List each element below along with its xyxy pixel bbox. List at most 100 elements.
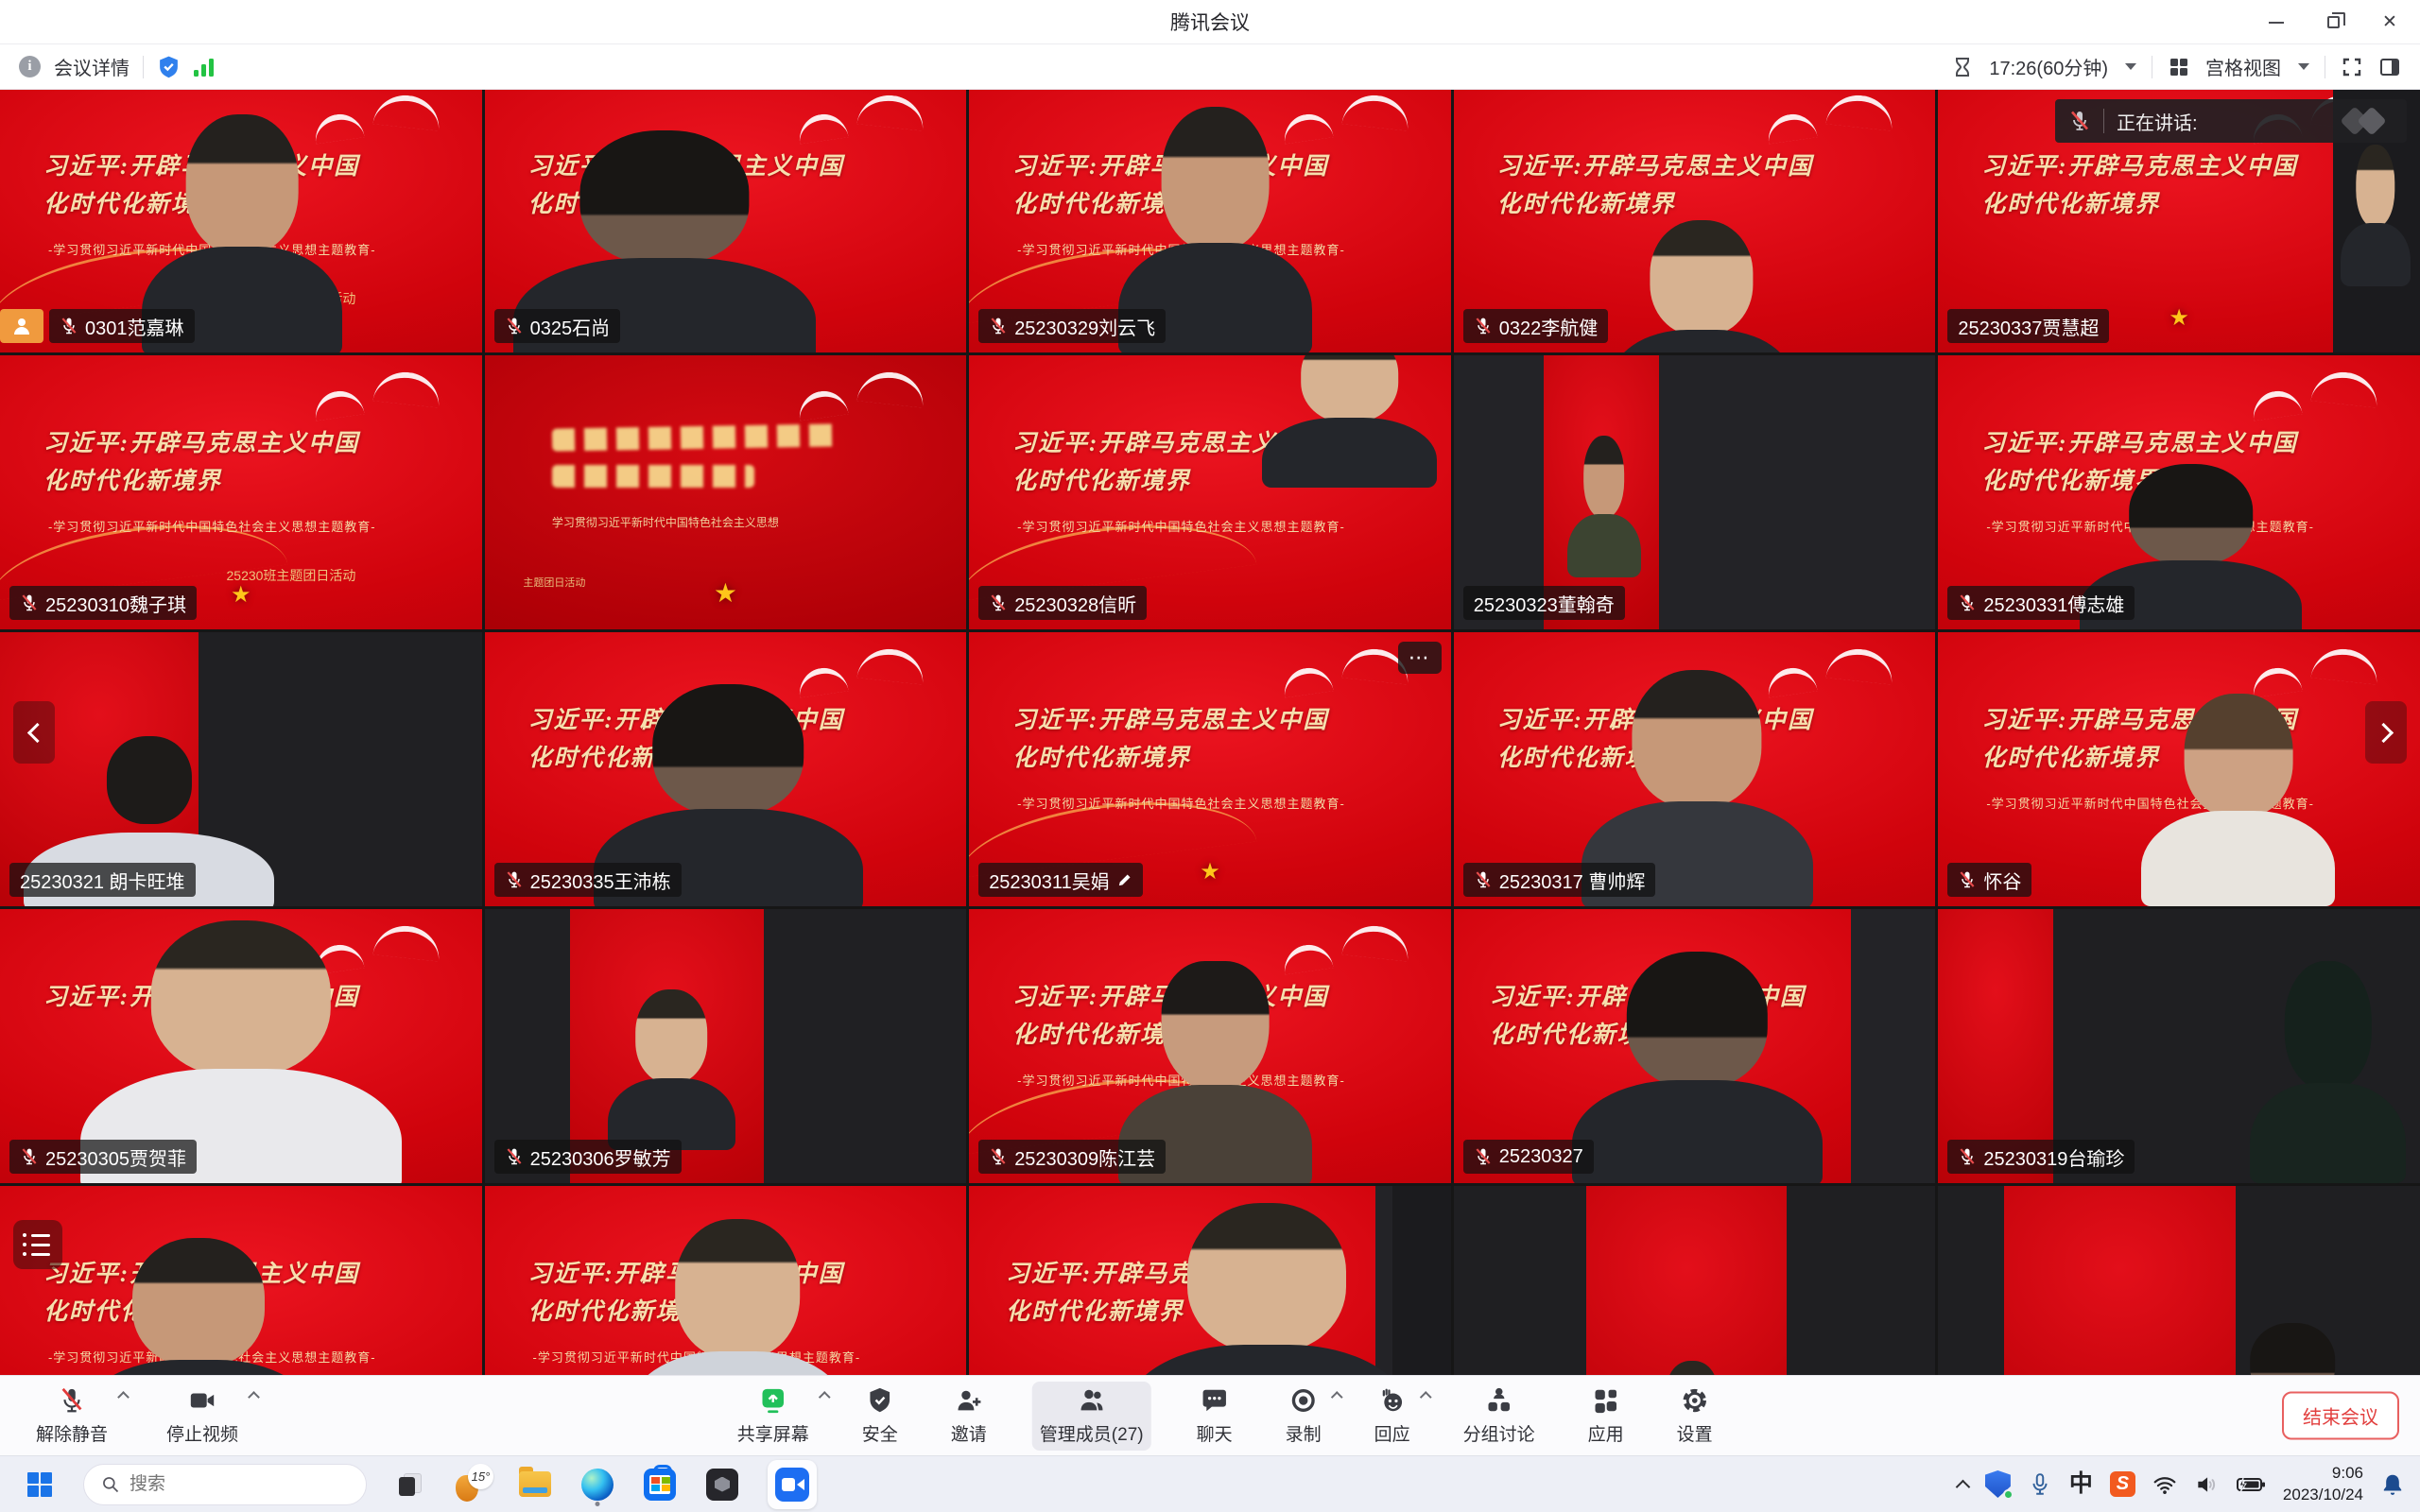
side-panel-icon[interactable] (2378, 56, 2401, 78)
tencent-meeting-app-icon[interactable] (766, 1464, 819, 1505)
security-shield-icon[interactable] (157, 55, 181, 78)
settings-button[interactable]: 设置 (1669, 1382, 1720, 1451)
search-input[interactable] (130, 1474, 319, 1495)
video-tile[interactable]: 习近平:开辟马克思主义中国化时代化新境界-学习贯彻习近平新时代中国特色社会主义思… (969, 909, 1451, 1183)
close-button[interactable]: ✕ (2365, 4, 2414, 42)
person-silhouette (1610, 220, 1794, 352)
record-options-chevron[interactable] (1331, 1391, 1343, 1403)
video-tile[interactable]: 习近平:开辟马克思主义中国化时代化新境界-学习贯彻习近平新时代中国特色社会主义思… (1938, 632, 2420, 906)
network-signal-icon[interactable] (194, 58, 214, 77)
person-silhouette (2341, 145, 2411, 286)
participant-nametag: 25230337贾慧超 (1947, 309, 2109, 343)
security-button[interactable]: 安全 (855, 1382, 906, 1451)
mic-muted-icon (1474, 317, 1493, 335)
video-tile[interactable]: 习近平:开辟马克思主义中国化时代化新境界 25230327 (1454, 909, 1936, 1183)
sogou-input-icon[interactable]: S (2110, 1471, 2135, 1497)
ime-indicator[interactable]: 中 (2069, 1472, 2093, 1496)
mic-muted-icon (1474, 870, 1493, 889)
participant-nametag: 25230309陈江芸 (978, 1140, 1166, 1174)
video-tile[interactable]: 习近平:开辟马克思主义中国 25230305贾贺菲 (0, 909, 482, 1183)
mic-muted-icon (1958, 1147, 1977, 1166)
app-icon-dark[interactable] (703, 1464, 741, 1505)
pc-manager-tray-icon[interactable] (1985, 1470, 2011, 1498)
video-tile[interactable]: 25230323董翰奇 (1454, 355, 1936, 629)
video-tile[interactable] (1454, 1186, 1936, 1375)
fullscreen-icon[interactable] (2341, 56, 2363, 78)
person-silhouette (1125, 1203, 1409, 1375)
person-silhouette (80, 1238, 317, 1375)
video-tile[interactable]: 习近平:开辟马克思主义中国化时代化新境界-学习贯彻习近平新时代中国特色社会主义思… (1938, 355, 2420, 629)
video-tile[interactable]: 习近平:开辟马克思主义中国化时代化新境界 25230317 曹帅辉 (1454, 632, 1936, 906)
star-decoration: ★ (2169, 304, 2189, 332)
start-button[interactable] (21, 1464, 59, 1505)
video-tile[interactable]: 习近平:开辟马克思主义中国化时代化新境界 0322李航健 (1454, 90, 1936, 352)
share-screen-button[interactable]: 共享屏幕 (730, 1382, 817, 1451)
record-button[interactable]: 录制 (1278, 1382, 1329, 1451)
video-tile[interactable]: 学习贯彻习近平新时代中国特色社会主义思想主题团日活动★ (485, 355, 967, 629)
taskbar-search[interactable] (83, 1464, 367, 1505)
tray-expand-chevron[interactable] (1956, 1479, 1971, 1494)
window-titlebar: 腾讯会议 ✕ (0, 0, 2420, 44)
unmute-options-chevron[interactable] (117, 1391, 130, 1403)
person-silhouette (1262, 355, 1437, 488)
person-add-icon (955, 1386, 983, 1415)
participant-nametag: 25230321 朗卡旺堆 (9, 863, 196, 897)
invite-button[interactable]: 邀请 (943, 1382, 994, 1451)
apps-button[interactable]: 应用 (1581, 1382, 1632, 1451)
react-options-chevron[interactable] (1420, 1391, 1432, 1403)
battery-icon[interactable] (2236, 1472, 2266, 1497)
notification-bell-icon[interactable] (2380, 1472, 2405, 1497)
hourglass-icon (1951, 56, 1974, 78)
unmute-button[interactable]: 解除静音 (28, 1382, 115, 1451)
manage-members-button[interactable]: 管理成员(27) (1032, 1382, 1151, 1451)
meeting-details-link[interactable]: 会议详情 (54, 53, 130, 80)
mic-muted-icon (1474, 1147, 1493, 1166)
microsoft-store-icon[interactable] (641, 1464, 679, 1505)
view-mode-selector[interactable]: 宫格视图 (2205, 53, 2281, 80)
edit-name-icon[interactable] (1116, 872, 1132, 888)
restore-button[interactable] (2308, 4, 2358, 42)
video-tile[interactable]: 习近平:开辟马克思主义中国化时代化新境界-学习贯彻习近平新时代中国特色社会主义思… (969, 355, 1451, 629)
next-page-button[interactable] (2365, 701, 2407, 764)
file-explorer-icon[interactable] (516, 1464, 554, 1505)
video-tile[interactable]: 习近平:开辟马克思主义中国化时代化新境界-学习贯彻习近平新时代中国特色社会主义思… (0, 355, 482, 629)
participant-nametag: 怀谷 (1947, 863, 2031, 897)
grid-view-icon (2168, 56, 2190, 78)
video-tile[interactable]: 习近平:开辟马克思主义中国化时代化新境界-学习贯彻习近平新时代中国特色社会主义思… (0, 90, 482, 352)
breakout-button[interactable]: 分组讨论 (1456, 1382, 1543, 1451)
video-tile[interactable] (1938, 1186, 2420, 1375)
prev-page-button[interactable] (13, 701, 55, 764)
video-tile[interactable]: 习近平:开辟马克思主义中国化时代化新境界 0325石尚 (485, 90, 967, 352)
wifi-icon[interactable] (2152, 1472, 2177, 1497)
video-options-chevron[interactable] (248, 1391, 260, 1403)
participant-nametag: 0325石尚 (494, 309, 621, 343)
react-button[interactable]: 回应 (1367, 1382, 1418, 1451)
video-tile[interactable]: 习近平:开辟马克思主义中国化时代化新境界-学习贯彻习近平新时代中国特色社会主义思… (485, 1186, 967, 1375)
clock[interactable]: 9:06 2023/10/24 (2283, 1463, 2363, 1506)
edge-browser-icon[interactable] (579, 1464, 616, 1505)
task-view-button[interactable] (391, 1464, 429, 1505)
share-options-chevron[interactable] (819, 1391, 831, 1403)
stop-video-button[interactable]: 停止视频 (159, 1382, 246, 1451)
shield-icon (866, 1386, 894, 1415)
video-tile[interactable]: 25230321 朗卡旺堆 (0, 632, 482, 906)
volume-icon[interactable] (2194, 1472, 2219, 1497)
video-tile[interactable]: 25230319台瑜珍 (1938, 909, 2420, 1183)
timer-dropdown[interactable] (2125, 63, 2136, 70)
agenda-list-button[interactable] (13, 1220, 62, 1269)
chat-button[interactable]: 聊天 (1189, 1382, 1240, 1451)
view-dropdown[interactable] (2298, 63, 2309, 70)
minimize-button[interactable] (2252, 4, 2301, 42)
video-tile[interactable]: 习近平:开辟马克思主义中国化时代化新境界★ 25230335王沛栋 (485, 632, 967, 906)
mic-tray-icon[interactable] (2028, 1472, 2052, 1497)
video-tile[interactable]: 25230306罗敏芳 (485, 909, 967, 1183)
video-tile[interactable]: 习近平:开辟马克思主义中国化时代化新境界-学习贯彻习近平新时代中国特色社会主义思… (969, 632, 1451, 906)
weather-widget[interactable]: 15° (454, 1464, 492, 1505)
video-tile[interactable]: 习近平:开辟马克思主义中国化时代化新境界-学习贯彻习近平新时代中国特色社会主义思… (969, 90, 1451, 352)
tile-more-button[interactable]: ⋯ (1398, 642, 1442, 674)
video-tile[interactable]: 习近平:开辟马克思主义中国化时代化新境界-学习贯彻习近平新时代中国特色社会主义思… (0, 1186, 482, 1375)
video-tile[interactable]: 习近平:开辟马克思主义中国化时代化新境界 (969, 1186, 1451, 1375)
participant-nametag: 0322李航健 (1463, 309, 1609, 343)
end-meeting-button[interactable]: 结束会议 (2282, 1392, 2399, 1440)
chat-icon (1201, 1386, 1229, 1415)
